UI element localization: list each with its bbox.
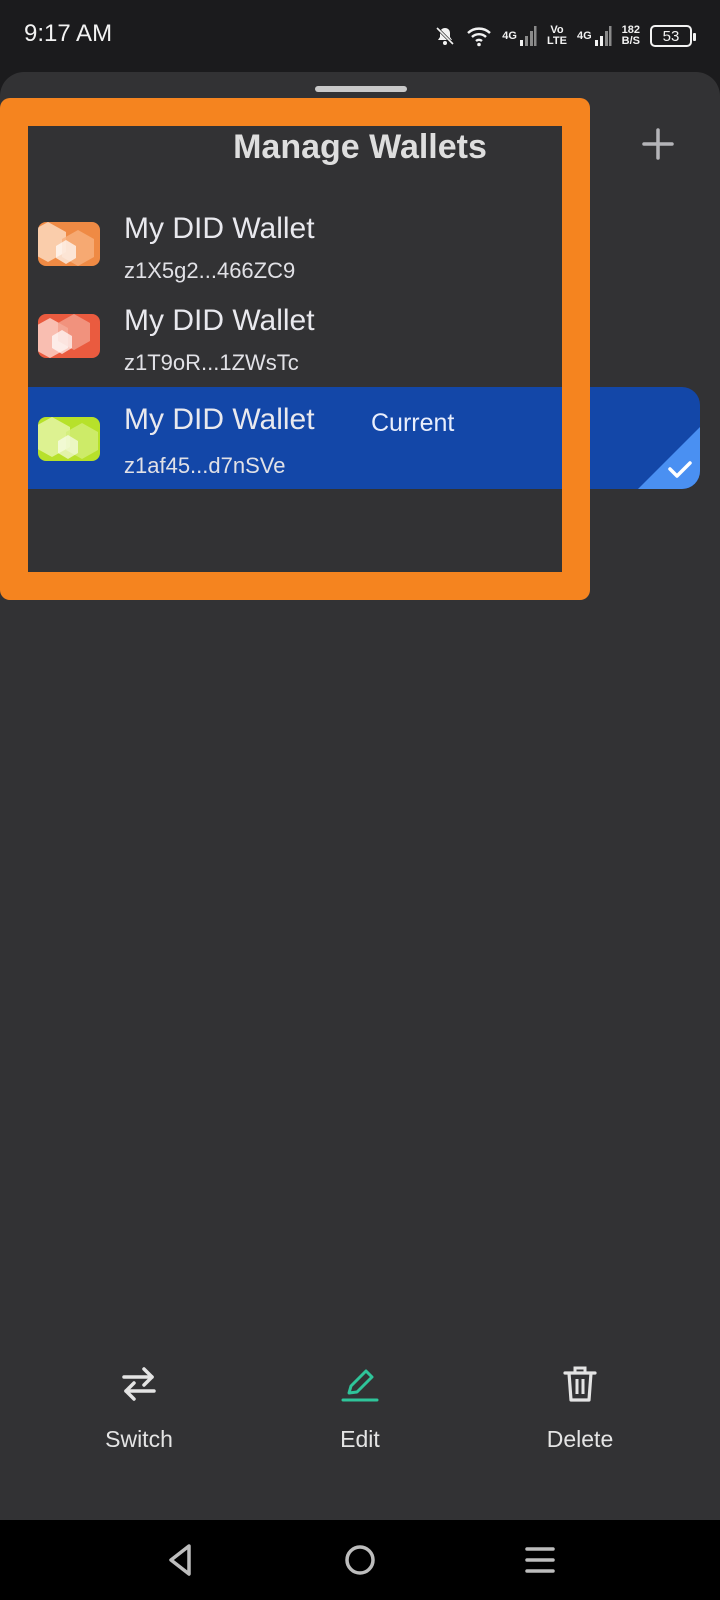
back-icon [169, 1544, 191, 1576]
network-type-1: 4G [502, 29, 517, 42]
signal-1-icon: 4G [502, 25, 537, 47]
wallet-name: My DID Wallet [124, 304, 315, 337]
volte-bottom: LTE [546, 35, 567, 47]
manage-wallets-sheet: Manage Wallets My DID Wallet z1X5g2...46… [0, 72, 720, 1520]
network-type-2: 4G [576, 29, 592, 42]
battery-icon: 53 [650, 25, 696, 47]
volte-icon: Vo LTE [547, 25, 567, 47]
status-icons: 4G Vo LTE 4G 182 B/S 53 [434, 20, 696, 52]
data-speed: 182 B/S [622, 25, 640, 47]
wallet-item-current[interactable]: My DID Wallet Current z1af45...d7nSVe [26, 387, 700, 489]
sheet-title: Manage Wallets [233, 128, 487, 166]
switch-button[interactable]: Switch [59, 1360, 219, 1470]
data-speed-unit: B/S [621, 35, 640, 47]
switch-label: Switch [105, 1426, 173, 1452]
add-wallet-button[interactable] [636, 122, 680, 166]
battery-level: 53 [662, 27, 680, 45]
wallet-name: My DID Wallet [124, 403, 315, 436]
check-icon [638, 427, 700, 489]
status-bar: 9:17 AM 4G Vo LTE 4G 182 B/S 53 [0, 0, 720, 72]
status-time: 9:17 AM [24, 20, 113, 47]
menu-icon [525, 1547, 555, 1573]
navigation-bar [0, 1520, 720, 1600]
switch-icon [118, 1360, 160, 1408]
wallet-avatar [38, 222, 100, 266]
pencil-icon [339, 1360, 381, 1408]
edit-label: Edit [340, 1426, 380, 1452]
delete-label: Delete [546, 1426, 614, 1452]
wifi-icon [466, 25, 492, 47]
back-button[interactable] [160, 1542, 200, 1578]
delete-button[interactable]: Delete [500, 1360, 660, 1470]
home-button[interactable] [340, 1542, 380, 1578]
edit-button[interactable]: Edit [280, 1360, 440, 1470]
signal-2-icon: 4G [577, 25, 612, 47]
wallet-address: z1T9oR...1ZWsTc [124, 350, 299, 375]
wallet-item[interactable]: My DID Wallet z1X5g2...466ZC9 [26, 202, 700, 300]
drag-handle[interactable] [315, 86, 407, 92]
wallet-address: z1X5g2...466ZC9 [124, 258, 296, 283]
wallet-avatar [38, 417, 100, 461]
bell-muted-icon [434, 25, 456, 47]
wallet-address: z1af45...d7nSVe [124, 453, 286, 478]
recents-button[interactable] [520, 1542, 560, 1578]
current-badge: Current [371, 409, 455, 437]
plus-icon [642, 128, 674, 160]
home-icon [345, 1545, 375, 1575]
trash-icon [559, 1360, 601, 1408]
wallet-item[interactable]: My DID Wallet z1T9oR...1ZWsTc [26, 294, 700, 392]
wallet-name: My DID Wallet [124, 212, 315, 245]
wallet-avatar [38, 314, 100, 358]
action-bar: Switch Edit Delete [0, 1360, 720, 1470]
